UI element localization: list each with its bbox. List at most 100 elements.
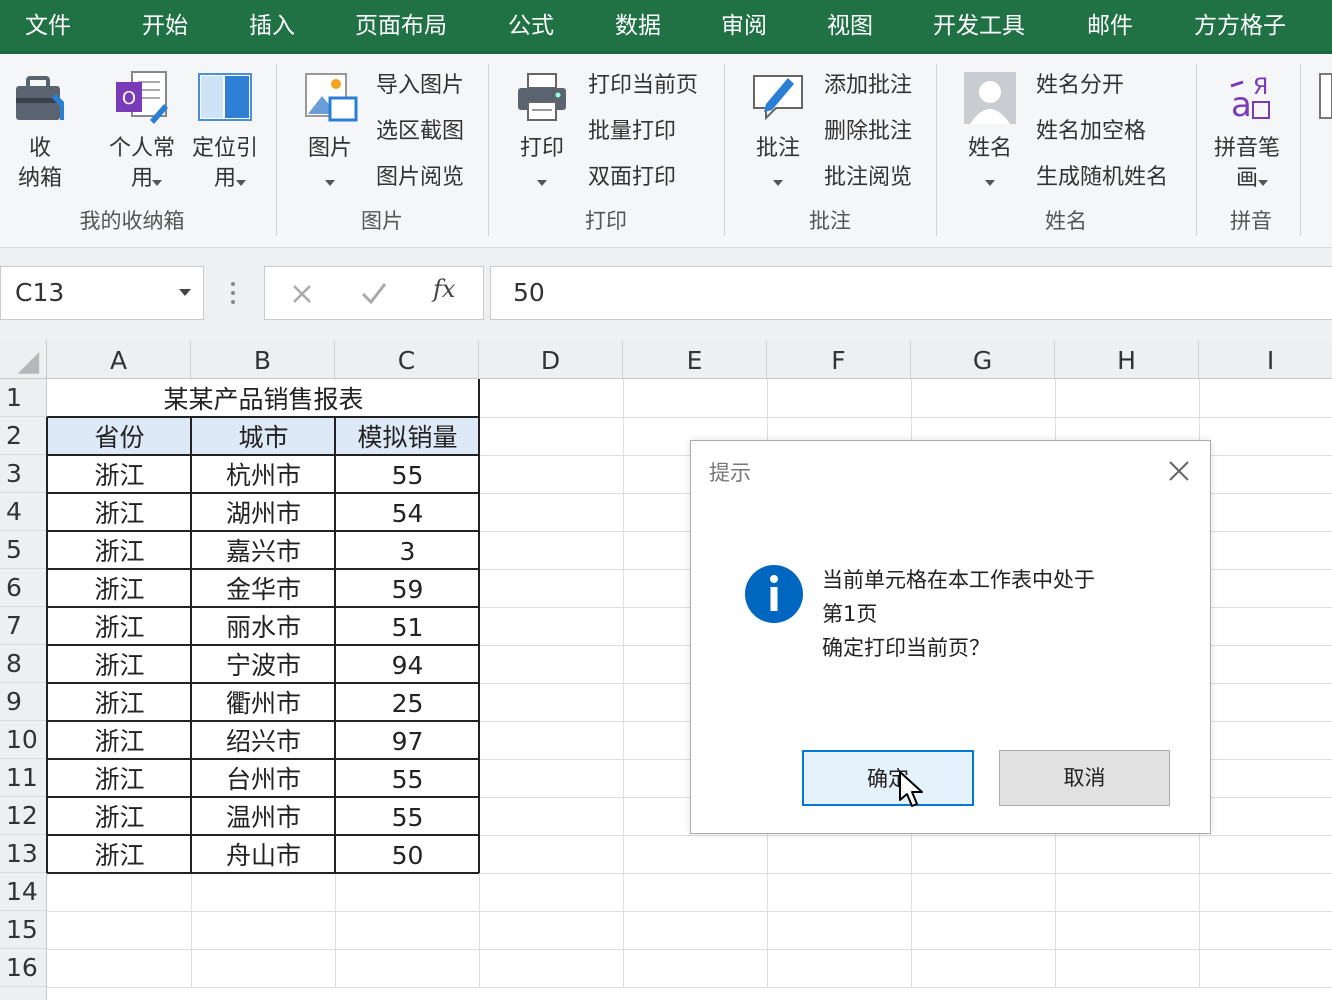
insert-function-button[interactable]: fx	[433, 275, 455, 303]
row-header-16[interactable]: 16	[0, 949, 46, 987]
table-cell[interactable]: 浙江	[48, 494, 191, 532]
picture-button[interactable]: 图片	[294, 54, 366, 204]
table-cell[interactable]: 25	[336, 684, 479, 722]
tab-page-layout[interactable]: 页面布局	[340, 0, 462, 54]
table-cell[interactable]: 浙江	[48, 646, 191, 684]
row-header-3[interactable]: 3	[0, 455, 46, 493]
close-icon[interactable]	[1167, 459, 1191, 483]
confirm-check-icon[interactable]	[361, 282, 387, 306]
row-header-4[interactable]: 4	[0, 493, 46, 531]
duplex-print-button[interactable]: 双面打印	[588, 158, 676, 198]
comment-button[interactable]: 批注	[742, 54, 814, 204]
comment-browse-button[interactable]: 批注阅览	[824, 158, 912, 198]
table-cell[interactable]: 舟山市	[192, 836, 335, 874]
personal-common-button[interactable]: O 个人常 用	[104, 54, 180, 204]
split-name-button[interactable]: 姓名分开	[1036, 66, 1124, 106]
tab-developer[interactable]: 开发工具	[916, 0, 1042, 54]
range-screenshot-button[interactable]: 选区截图	[376, 112, 464, 152]
table-cell[interactable]: 浙江	[48, 684, 191, 722]
table-cell[interactable]: 55	[336, 456, 479, 494]
table-cell[interactable]: 3	[336, 532, 479, 570]
name-add-space-button[interactable]: 姓名加空格	[1036, 112, 1146, 152]
row-header-7[interactable]: 7	[0, 607, 46, 645]
print-button[interactable]: 打印	[506, 54, 578, 204]
tab-insert[interactable]: 插入	[228, 0, 316, 54]
table-cell[interactable]: 94	[336, 646, 479, 684]
table-cell[interactable]: 55	[336, 798, 479, 836]
tab-data[interactable]: 数据	[594, 0, 682, 54]
batch-print-button[interactable]: 批量打印	[588, 112, 676, 152]
tab-mail[interactable]: 邮件	[1066, 0, 1154, 54]
column-header-a[interactable]: A	[47, 340, 191, 379]
table-cell[interactable]: 浙江	[48, 608, 191, 646]
column-header-i[interactable]: I	[1199, 340, 1332, 379]
tab-fangfang-gezi[interactable]: 方方格子	[1178, 0, 1302, 54]
name-box[interactable]: C13	[0, 266, 204, 320]
table-cell[interactable]: 浙江	[48, 798, 191, 836]
row-header-13[interactable]: 13	[0, 835, 46, 873]
name-button[interactable]: 姓名	[954, 54, 1026, 204]
row-header-5[interactable]: 5	[0, 531, 46, 569]
table-cell[interactable]: 绍兴市	[192, 722, 335, 760]
table-cell[interactable]: 金华市	[192, 570, 335, 608]
row-header-1[interactable]: 1	[0, 379, 46, 417]
table-cell[interactable]: 衢州市	[192, 684, 335, 722]
chevron-down-icon[interactable]	[179, 289, 191, 296]
column-header-f[interactable]: F	[767, 340, 911, 379]
column-header-g[interactable]: G	[911, 340, 1055, 379]
table-cell[interactable]: 宁波市	[192, 646, 335, 684]
delete-comment-button[interactable]: 删除批注	[824, 112, 912, 152]
tab-view[interactable]: 视图	[806, 0, 894, 54]
table-header-cell[interactable]: 城市	[192, 418, 335, 456]
row-header-8[interactable]: 8	[0, 645, 46, 683]
table-cell[interactable]: 浙江	[48, 760, 191, 798]
row-header-11[interactable]: 11	[0, 759, 46, 797]
table-title-cell[interactable]: 某某产品销售报表	[48, 380, 479, 418]
table-header-cell[interactable]: 省份	[48, 418, 191, 456]
table-cell[interactable]: 嘉兴市	[192, 532, 335, 570]
ok-button[interactable]: 确定	[802, 750, 974, 806]
table-cell[interactable]: 浙江	[48, 532, 191, 570]
table-cell[interactable]: 55	[336, 760, 479, 798]
storage-box-button[interactable]: 收 纳箱	[4, 54, 76, 204]
table-cell[interactable]: 杭州市	[192, 456, 335, 494]
table-header-cell[interactable]: 模拟销量	[336, 418, 479, 456]
table-cell[interactable]: 50	[336, 836, 479, 874]
random-name-button[interactable]: 生成随机姓名	[1036, 158, 1168, 198]
tab-review[interactable]: 审阅	[700, 0, 788, 54]
table-cell[interactable]: 54	[336, 494, 479, 532]
row-header-10[interactable]: 10	[0, 721, 46, 759]
tab-file[interactable]: 文件	[4, 0, 92, 54]
column-header-b[interactable]: B	[191, 340, 335, 379]
table-cell[interactable]: 浙江	[48, 456, 191, 494]
pinyin-stroke-button[interactable]: a Я 拼音笔 画	[1206, 54, 1288, 204]
picture-browse-button[interactable]: 图片阅览	[376, 158, 464, 198]
cancel-button[interactable]: 取消	[999, 750, 1170, 806]
add-comment-button[interactable]: 添加批注	[824, 66, 912, 106]
table-cell[interactable]: 59	[336, 570, 479, 608]
tab-formulas[interactable]: 公式	[486, 0, 576, 54]
row-header-2[interactable]: 2	[0, 417, 46, 455]
row-header-6[interactable]: 6	[0, 569, 46, 607]
print-current-page-button[interactable]: 打印当前页	[588, 66, 698, 106]
table-cell[interactable]: 台州市	[192, 760, 335, 798]
more-options-icon[interactable]	[226, 278, 240, 308]
table-cell[interactable]: 浙江	[48, 836, 191, 874]
cancel-x-icon[interactable]	[291, 283, 313, 305]
tab-home[interactable]: 开始	[120, 0, 210, 54]
table-cell[interactable]: 51	[336, 608, 479, 646]
column-header-c[interactable]: C	[335, 340, 479, 379]
table-cell[interactable]: 97	[336, 722, 479, 760]
table-cell[interactable]: 湖州市	[192, 494, 335, 532]
column-header-d[interactable]: D	[479, 340, 623, 379]
locate-reference-button[interactable]: 定位引 用	[186, 54, 264, 204]
import-picture-button[interactable]: 导入图片	[376, 66, 464, 106]
table-cell[interactable]: 丽水市	[192, 608, 335, 646]
table-cell[interactable]: 浙江	[48, 722, 191, 760]
row-header-12[interactable]: 12	[0, 797, 46, 835]
select-all-corner[interactable]	[0, 340, 47, 379]
column-header-h[interactable]: H	[1055, 340, 1199, 379]
table-cell[interactable]: 温州市	[192, 798, 335, 836]
row-header-14[interactable]: 14	[0, 873, 46, 911]
row-header-15[interactable]: 15	[0, 911, 46, 949]
